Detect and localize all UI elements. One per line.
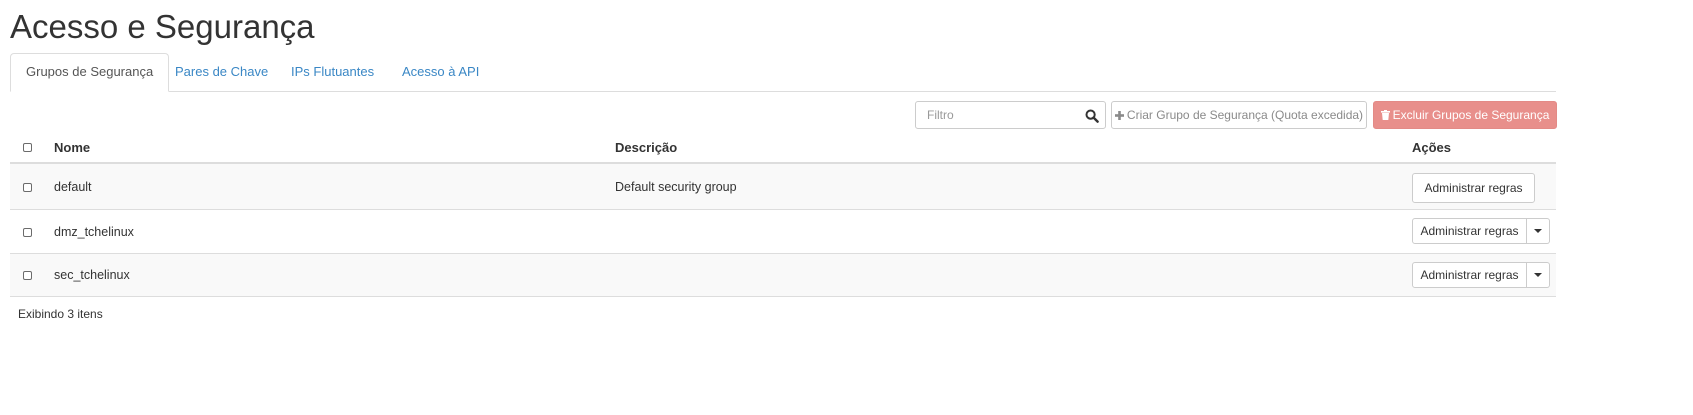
column-header-name[interactable]: Nome [54, 140, 90, 155]
table-row: sec_tchelinux Administrar regras [10, 254, 1556, 297]
manage-rules-button[interactable]: Administrar regras [1412, 218, 1527, 244]
manage-rules-button[interactable]: Administrar regras [1412, 262, 1527, 288]
security-group-description: Default security group [615, 180, 737, 194]
delete-security-groups-button[interactable]: Excluir Grupos de Segurança [1373, 101, 1557, 129]
actions-dropdown-toggle[interactable] [1527, 262, 1550, 288]
row-checkbox[interactable] [23, 271, 32, 280]
chevron-down-icon [1534, 229, 1542, 233]
page-title: Acesso e Segurança [10, 8, 315, 45]
actions-dropdown-toggle[interactable] [1527, 218, 1550, 244]
security-group-name: default [54, 180, 92, 194]
select-all-checkbox[interactable] [23, 143, 32, 152]
table-row: dmz_tchelinux Administrar regras [10, 210, 1556, 254]
column-header-description[interactable]: Descrição [615, 140, 677, 155]
search-icon[interactable] [1085, 109, 1099, 123]
table-row: default Default security group Administr… [10, 164, 1556, 210]
security-group-name: sec_tchelinux [54, 268, 130, 282]
filter-input[interactable] [916, 102, 1087, 128]
chevron-down-icon [1534, 273, 1542, 277]
row-checkbox[interactable] [23, 228, 32, 237]
security-group-name: dmz_tchelinux [54, 225, 134, 239]
tab-floating-ips[interactable]: IPs Flutuantes [276, 53, 389, 91]
filter-box [915, 101, 1106, 129]
manage-rules-button[interactable]: Administrar regras [1412, 173, 1535, 203]
create-security-group-button[interactable]: Criar Grupo de Segurança (Quota excedida… [1111, 101, 1367, 129]
column-header-actions: Ações [1412, 140, 1452, 155]
row-checkbox[interactable] [23, 183, 32, 192]
delete-security-groups-label: Excluir Grupos de Segurança [1392, 108, 1550, 122]
create-security-group-label: Criar Grupo de Segurança (Quota excedida… [1126, 108, 1364, 122]
plus-icon [1114, 103, 1124, 129]
tab-key-pairs[interactable]: Pares de Chave [160, 53, 283, 91]
tab-security-groups[interactable]: Grupos de Segurança [10, 53, 170, 92]
tab-bar: Grupos de Segurança Pares de Chave IPs F… [10, 53, 1556, 92]
trash-icon [1380, 103, 1390, 129]
item-count: Exibindo 3 itens [18, 307, 103, 321]
tab-api-access[interactable]: Acesso à API [387, 53, 494, 91]
